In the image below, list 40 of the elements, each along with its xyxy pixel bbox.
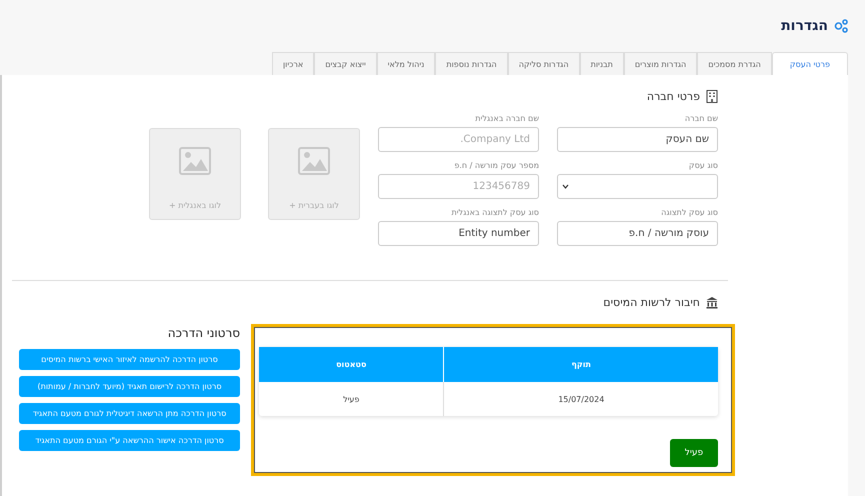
tab[interactable]: ניהול מלאי	[376, 52, 436, 75]
tab[interactable]: ארכיון	[272, 52, 314, 75]
status-button[interactable]: פעיל	[670, 439, 718, 467]
tab[interactable]: הגדרות סליקה	[508, 52, 580, 75]
input-field[interactable]: Company Ltd.	[378, 127, 539, 152]
tab[interactable]: ייצוא קבצים	[314, 52, 377, 75]
video-button[interactable]: סרטון הדרכה אישור ההרשאה ע"י הגורם מטעם התאגיד	[19, 430, 240, 451]
field-label: מספר עסק מורשה / ח.פ	[453, 161, 539, 171]
table-cell: 15/07/2024	[444, 382, 718, 416]
input-field[interactable]: שם העסק	[557, 127, 718, 152]
image-icon	[179, 147, 211, 175]
tab[interactable]: הגדרות נוספות	[435, 52, 508, 75]
select-field[interactable]	[557, 174, 718, 199]
building-icon	[706, 90, 718, 102]
field-label: סוג עסק לתצוגה	[660, 208, 718, 218]
input-field[interactable]: 123456789	[378, 174, 539, 199]
column-header: סטאטוס	[259, 347, 444, 382]
tab[interactable]: הגדרת מסמכים	[697, 52, 772, 75]
tab[interactable]: פרטי העסק	[772, 52, 848, 75]
input-field[interactable]: Entity number	[378, 221, 539, 246]
video-button[interactable]: סרטון הדרכה לרישום תאגיד (מיועד לחברות / עמותות)	[19, 376, 240, 397]
field-label: סוג עסק לתצוגה באנגלית	[450, 208, 539, 218]
field-label: סוג עסק	[688, 161, 718, 171]
caret-icon	[562, 184, 569, 189]
bank-icon	[706, 296, 718, 308]
videos-title: סרטוני הדרכה	[166, 326, 240, 340]
field-label: שם חברה	[684, 114, 718, 124]
section-title: חיבור לרשות המיסים	[603, 296, 700, 308]
video-button[interactable]: סרטון הדרכה מתן הרשאה דיגיטלית לגורם מטעם התאגיד	[19, 403, 240, 424]
tab[interactable]: תבניות	[580, 52, 624, 75]
column-header: תוקף	[444, 347, 718, 382]
tab[interactable]: הגדרות מוצרים	[624, 52, 698, 75]
table-cell: פעיל	[259, 382, 444, 416]
section-title: פרטי חברה	[646, 90, 700, 102]
input-field[interactable]: עוסק מורשה / ח.פ	[557, 221, 718, 246]
settings-icon	[834, 19, 848, 33]
video-button[interactable]: סרטון הדרכה להרשמה לאיזור האישי ברשות המיסים	[19, 349, 240, 370]
field-label: שם חברה באנגלית	[474, 114, 539, 124]
page-title: הגדרות	[781, 18, 828, 34]
image-icon	[298, 147, 330, 175]
